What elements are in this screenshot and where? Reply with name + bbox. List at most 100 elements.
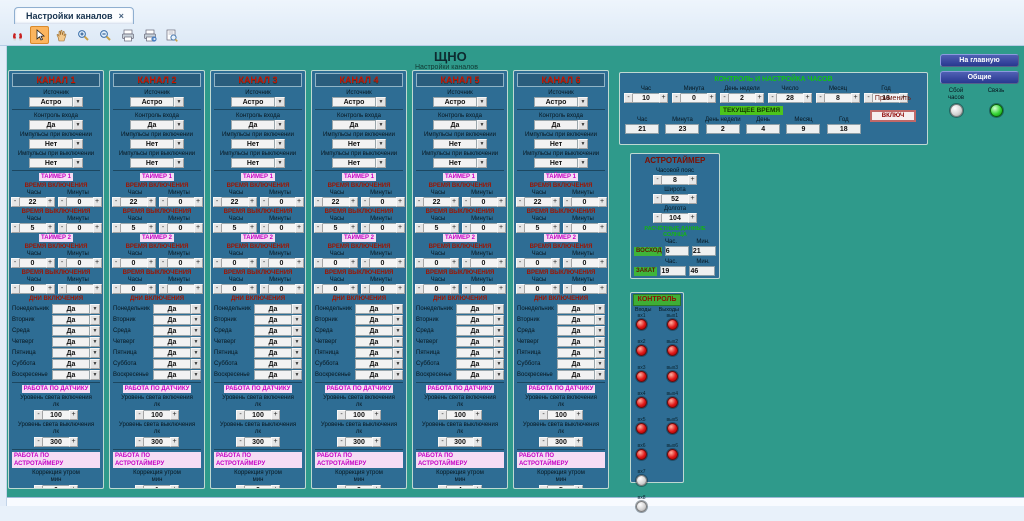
pulses-on-select[interactable]: Нет ▼	[433, 139, 487, 149]
source-select[interactable]: Астро ▼	[433, 97, 487, 107]
plus-button[interactable]: +	[803, 93, 812, 103]
plus-button[interactable]: +	[659, 93, 668, 103]
timer1-off-minutes-stepper[interactable]: -0+	[159, 223, 203, 233]
input-control-select[interactable]: Да ▼	[332, 120, 386, 130]
timer1-on-minutes-stepper[interactable]: -0+	[159, 197, 203, 207]
timer2-on-minutes-stepper[interactable]: -0+	[361, 258, 405, 268]
plus-button[interactable]: +	[147, 197, 156, 207]
light-on-stepper[interactable]: -100+	[34, 410, 78, 420]
day-select-tuesday[interactable]: Да▼	[355, 315, 403, 325]
chevron-down-icon[interactable]: ▼	[595, 315, 605, 325]
chevron-down-icon[interactable]: ▼	[494, 304, 504, 314]
plus-button[interactable]: +	[271, 485, 280, 489]
chevron-down-icon[interactable]: ▼	[90, 304, 100, 314]
clock-field-stepper[interactable]: -28+	[768, 93, 812, 103]
apply-button[interactable]: ВКЛЮЧ	[870, 110, 916, 122]
minus-button[interactable]: -	[516, 197, 525, 207]
chevron-down-icon[interactable]: ▼	[174, 120, 184, 130]
hand-icon[interactable]	[52, 26, 71, 44]
timer1-on-minutes-stepper[interactable]: -0+	[563, 197, 607, 207]
minus-button[interactable]: -	[361, 223, 370, 233]
plus-button[interactable]: +	[295, 284, 304, 294]
day-select-thursday[interactable]: Да▼	[254, 337, 302, 347]
clock-field-stepper[interactable]: -2+	[720, 93, 764, 103]
timer2-on-minutes-stepper[interactable]: -0+	[159, 258, 203, 268]
clock-field-stepper[interactable]: -8+	[816, 93, 860, 103]
minus-button[interactable]: -	[720, 93, 729, 103]
plus-button[interactable]: +	[170, 485, 179, 489]
chevron-down-icon[interactable]: ▼	[477, 97, 487, 107]
day-select-saturday[interactable]: Да▼	[254, 359, 302, 369]
minus-button[interactable]: -	[516, 284, 525, 294]
day-select-sunday[interactable]: Да▼	[456, 370, 504, 380]
minus-button[interactable]: -	[11, 223, 20, 233]
day-select-sunday[interactable]: Да▼	[52, 370, 100, 380]
day-select-tuesday[interactable]: Да▼	[52, 315, 100, 325]
timer2-off-minutes-stepper[interactable]: -0+	[361, 284, 405, 294]
timer1-off-minutes-stepper[interactable]: -0+	[58, 223, 102, 233]
timer2-off-hours-stepper[interactable]: -0+	[314, 284, 358, 294]
minus-button[interactable]: -	[415, 284, 424, 294]
plus-button[interactable]: +	[248, 284, 257, 294]
minus-button[interactable]: -	[337, 410, 346, 420]
plus-button[interactable]: +	[93, 258, 102, 268]
plus-button[interactable]: +	[450, 223, 459, 233]
timer2-on-minutes-stepper[interactable]: -0+	[563, 258, 607, 268]
day-select-tuesday[interactable]: Да▼	[557, 315, 605, 325]
plus-button[interactable]: +	[707, 93, 716, 103]
plus-button[interactable]: +	[295, 197, 304, 207]
source-select[interactable]: Астро ▼	[130, 97, 184, 107]
day-select-saturday[interactable]: Да▼	[456, 359, 504, 369]
input-control-select[interactable]: Да ▼	[29, 120, 83, 130]
plus-button[interactable]: +	[295, 223, 304, 233]
chevron-down-icon[interactable]: ▼	[90, 326, 100, 336]
chevron-down-icon[interactable]: ▼	[393, 370, 403, 380]
timer1-off-hours-stepper[interactable]: -5+	[11, 223, 55, 233]
plus-button[interactable]: +	[271, 410, 280, 420]
minus-button[interactable]: -	[361, 197, 370, 207]
chevron-down-icon[interactable]: ▼	[275, 158, 285, 168]
minus-button[interactable]: -	[260, 284, 269, 294]
timer2-off-hours-stepper[interactable]: -0+	[112, 284, 156, 294]
minus-button[interactable]: -	[653, 213, 662, 223]
horizontal-scrollbar[interactable]	[7, 497, 1024, 506]
light-on-stepper[interactable]: -100+	[438, 410, 482, 420]
plus-button[interactable]: +	[497, 197, 506, 207]
plus-button[interactable]: +	[194, 223, 203, 233]
pulses-on-select[interactable]: Нет ▼	[231, 139, 285, 149]
chevron-down-icon[interactable]: ▼	[174, 97, 184, 107]
chevron-down-icon[interactable]: ▼	[292, 370, 302, 380]
minus-button[interactable]: -	[34, 437, 43, 447]
plus-button[interactable]: +	[396, 223, 405, 233]
chevron-down-icon[interactable]: ▼	[393, 348, 403, 358]
timer1-on-minutes-stepper[interactable]: -0+	[260, 197, 304, 207]
chevron-down-icon[interactable]: ▼	[494, 370, 504, 380]
chevron-down-icon[interactable]: ▼	[578, 120, 588, 130]
plus-button[interactable]: +	[688, 194, 697, 204]
minus-button[interactable]: -	[415, 223, 424, 233]
timer2-on-hours-stepper[interactable]: -0+	[314, 258, 358, 268]
minus-button[interactable]: -	[816, 93, 825, 103]
pulses-on-select[interactable]: Нет ▼	[130, 139, 184, 149]
minus-button[interactable]: -	[135, 485, 144, 489]
minus-button[interactable]: -	[236, 437, 245, 447]
light-off-stepper[interactable]: -300+	[135, 437, 179, 447]
minus-button[interactable]: -	[112, 197, 121, 207]
chevron-down-icon[interactable]: ▼	[477, 120, 487, 130]
chevron-down-icon[interactable]: ▼	[595, 304, 605, 314]
chevron-down-icon[interactable]: ▼	[494, 359, 504, 369]
minus-button[interactable]: -	[159, 284, 168, 294]
corr-morning-stepper[interactable]: -2+	[236, 485, 280, 489]
light-off-stepper[interactable]: -300+	[337, 437, 381, 447]
corr-morning-stepper[interactable]: -5+	[539, 485, 583, 489]
minus-button[interactable]: -	[135, 410, 144, 420]
chevron-down-icon[interactable]: ▼	[275, 139, 285, 149]
timer1-off-hours-stepper[interactable]: -5+	[314, 223, 358, 233]
chevron-down-icon[interactable]: ▼	[191, 337, 201, 347]
day-select-wednesday[interactable]: Да▼	[52, 326, 100, 336]
chevron-down-icon[interactable]: ▼	[292, 359, 302, 369]
plus-button[interactable]: +	[170, 410, 179, 420]
chevron-down-icon[interactable]: ▼	[393, 337, 403, 347]
chevron-down-icon[interactable]: ▼	[292, 348, 302, 358]
timer1-on-hours-stepper[interactable]: -22+	[11, 197, 55, 207]
